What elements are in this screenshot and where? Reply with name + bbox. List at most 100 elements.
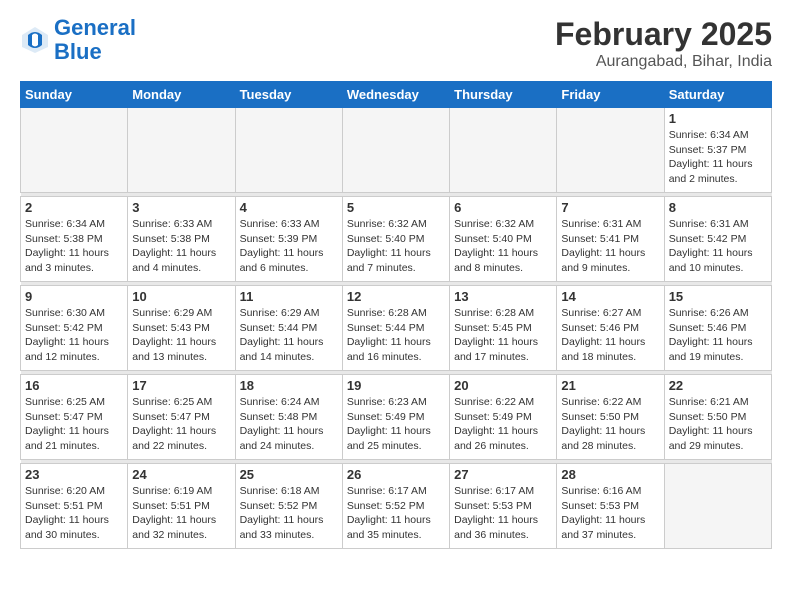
col-wednesday: Wednesday (342, 82, 449, 108)
day-number: 10 (132, 289, 230, 304)
day-info: Sunrise: 6:23 AM Sunset: 5:49 PM Dayligh… (347, 395, 445, 454)
week-row-3: 9 Sunrise: 6:30 AM Sunset: 5:42 PM Daylig… (21, 286, 772, 371)
calendar-cell-w3-d4: 12 Sunrise: 6:28 AM Sunset: 5:44 PM Dayli… (342, 286, 449, 371)
day-number: 24 (132, 467, 230, 482)
calendar-cell-w5-d5: 27 Sunrise: 6:17 AM Sunset: 5:53 PM Dayli… (450, 464, 557, 549)
day-info: Sunrise: 6:25 AM Sunset: 5:47 PM Dayligh… (132, 395, 230, 454)
calendar-cell-w4-d5: 20 Sunrise: 6:22 AM Sunset: 5:49 PM Dayli… (450, 375, 557, 460)
day-info: Sunrise: 6:19 AM Sunset: 5:51 PM Dayligh… (132, 484, 230, 543)
day-info: Sunrise: 6:18 AM Sunset: 5:52 PM Dayligh… (240, 484, 338, 543)
day-info: Sunrise: 6:26 AM Sunset: 5:46 PM Dayligh… (669, 306, 767, 365)
day-number: 28 (561, 467, 659, 482)
day-number: 27 (454, 467, 552, 482)
calendar-cell-w2-d7: 8 Sunrise: 6:31 AM Sunset: 5:42 PM Daylig… (664, 197, 771, 282)
col-thursday: Thursday (450, 82, 557, 108)
calendar-cell-w3-d3: 11 Sunrise: 6:29 AM Sunset: 5:44 PM Dayli… (235, 286, 342, 371)
header: General Blue February 2025 Aurangabad, B… (20, 16, 772, 71)
day-info: Sunrise: 6:17 AM Sunset: 5:53 PM Dayligh… (454, 484, 552, 543)
day-info: Sunrise: 6:33 AM Sunset: 5:39 PM Dayligh… (240, 217, 338, 276)
calendar-cell-w2-d4: 5 Sunrise: 6:32 AM Sunset: 5:40 PM Daylig… (342, 197, 449, 282)
day-number: 20 (454, 378, 552, 393)
day-number: 7 (561, 200, 659, 215)
calendar-cell-w4-d4: 19Sunrise: 6:23 AM Sunset: 5:49 PM Dayli… (342, 375, 449, 460)
calendar-cell-w4-d6: 21 Sunrise: 6:22 AM Sunset: 5:50 PM Dayli… (557, 375, 664, 460)
day-info: Sunrise: 6:32 AM Sunset: 5:40 PM Dayligh… (347, 217, 445, 276)
day-info: Sunrise: 6:30 AM Sunset: 5:42 PM Dayligh… (25, 306, 123, 365)
calendar-cell-w2-d5: 6Sunrise: 6:32 AM Sunset: 5:40 PM Daylig… (450, 197, 557, 282)
calendar-cell-w3-d5: 13Sunrise: 6:28 AM Sunset: 5:45 PM Dayli… (450, 286, 557, 371)
calendar-cell-w3-d6: 14 Sunrise: 6:27 AM Sunset: 5:46 PM Dayli… (557, 286, 664, 371)
day-info: Sunrise: 6:34 AM Sunset: 5:38 PM Dayligh… (25, 217, 123, 276)
day-info: Sunrise: 6:25 AM Sunset: 5:47 PM Dayligh… (25, 395, 123, 454)
logo-icon (20, 25, 50, 55)
col-friday: Friday (557, 82, 664, 108)
day-info: Sunrise: 6:31 AM Sunset: 5:41 PM Dayligh… (561, 217, 659, 276)
calendar-cell-w4-d2: 17 Sunrise: 6:25 AM Sunset: 5:47 PM Dayli… (128, 375, 235, 460)
calendar-cell-w4-d7: 22 Sunrise: 6:21 AM Sunset: 5:50 PM Dayli… (664, 375, 771, 460)
calendar-cell-w3-d7: 15 Sunrise: 6:26 AM Sunset: 5:46 PM Dayli… (664, 286, 771, 371)
calendar-cell-w5-d2: 24 Sunrise: 6:19 AM Sunset: 5:51 PM Dayli… (128, 464, 235, 549)
main-title: February 2025 (555, 16, 772, 53)
day-number: 11 (240, 289, 338, 304)
day-info: Sunrise: 6:22 AM Sunset: 5:49 PM Dayligh… (454, 395, 552, 454)
logo-blue: Blue (54, 39, 102, 64)
col-tuesday: Tuesday (235, 82, 342, 108)
day-info: Sunrise: 6:22 AM Sunset: 5:50 PM Dayligh… (561, 395, 659, 454)
calendar-cell-w1-d7: 1Sunrise: 6:34 AM Sunset: 5:37 PM Daylig… (664, 108, 771, 193)
page: General Blue February 2025 Aurangabad, B… (0, 0, 792, 559)
calendar-cell-w5-d3: 25 Sunrise: 6:18 AM Sunset: 5:52 PM Dayli… (235, 464, 342, 549)
calendar-cell-w2-d6: 7 Sunrise: 6:31 AM Sunset: 5:41 PM Daylig… (557, 197, 664, 282)
day-number: 13 (454, 289, 552, 304)
calendar-cell-w1-d6 (557, 108, 664, 193)
day-info: Sunrise: 6:28 AM Sunset: 5:44 PM Dayligh… (347, 306, 445, 365)
day-number: 8 (669, 200, 767, 215)
calendar-cell-w1-d2 (128, 108, 235, 193)
calendar-cell-w2-d3: 4 Sunrise: 6:33 AM Sunset: 5:39 PM Daylig… (235, 197, 342, 282)
calendar-cell-w1-d3 (235, 108, 342, 193)
day-info: Sunrise: 6:21 AM Sunset: 5:50 PM Dayligh… (669, 395, 767, 454)
logo-general: General (54, 15, 136, 40)
day-number: 5 (347, 200, 445, 215)
day-number: 14 (561, 289, 659, 304)
calendar-cell-w4-d1: 16 Sunrise: 6:25 AM Sunset: 5:47 PM Dayli… (21, 375, 128, 460)
calendar-cell-w4-d3: 18 Sunrise: 6:24 AM Sunset: 5:48 PM Dayli… (235, 375, 342, 460)
day-info: Sunrise: 6:31 AM Sunset: 5:42 PM Dayligh… (669, 217, 767, 276)
day-info: Sunrise: 6:32 AM Sunset: 5:40 PM Dayligh… (454, 217, 552, 276)
calendar-cell-w3-d1: 9 Sunrise: 6:30 AM Sunset: 5:42 PM Daylig… (21, 286, 128, 371)
week-row-5: 23Sunrise: 6:20 AM Sunset: 5:51 PM Dayli… (21, 464, 772, 549)
day-info: Sunrise: 6:29 AM Sunset: 5:43 PM Dayligh… (132, 306, 230, 365)
calendar-cell-w1-d4 (342, 108, 449, 193)
day-number: 15 (669, 289, 767, 304)
day-info: Sunrise: 6:17 AM Sunset: 5:52 PM Dayligh… (347, 484, 445, 543)
calendar-cell-w2-d1: 2 Sunrise: 6:34 AM Sunset: 5:38 PM Daylig… (21, 197, 128, 282)
calendar-cell-w5-d4: 26Sunrise: 6:17 AM Sunset: 5:52 PM Dayli… (342, 464, 449, 549)
col-monday: Monday (128, 82, 235, 108)
day-number: 12 (347, 289, 445, 304)
day-info: Sunrise: 6:24 AM Sunset: 5:48 PM Dayligh… (240, 395, 338, 454)
day-info: Sunrise: 6:33 AM Sunset: 5:38 PM Dayligh… (132, 217, 230, 276)
title-block: February 2025 Aurangabad, Bihar, India (555, 16, 772, 71)
day-number: 17 (132, 378, 230, 393)
day-number: 22 (669, 378, 767, 393)
calendar-cell-w3-d2: 10 Sunrise: 6:29 AM Sunset: 5:43 PM Dayli… (128, 286, 235, 371)
day-number: 25 (240, 467, 338, 482)
day-number: 4 (240, 200, 338, 215)
calendar-cell-w2-d2: 3Sunrise: 6:33 AM Sunset: 5:38 PM Daylig… (128, 197, 235, 282)
day-number: 2 (25, 200, 123, 215)
calendar-table: Sunday Monday Tuesday Wednesday Thursday… (20, 81, 772, 549)
day-number: 21 (561, 378, 659, 393)
day-number: 18 (240, 378, 338, 393)
subtitle: Aurangabad, Bihar, India (555, 53, 772, 71)
day-info: Sunrise: 6:27 AM Sunset: 5:46 PM Dayligh… (561, 306, 659, 365)
calendar-cell-w5-d7 (664, 464, 771, 549)
day-number: 9 (25, 289, 123, 304)
logo-text: General Blue (54, 16, 136, 64)
logo: General Blue (20, 16, 136, 64)
day-info: Sunrise: 6:29 AM Sunset: 5:44 PM Dayligh… (240, 306, 338, 365)
day-info: Sunrise: 6:34 AM Sunset: 5:37 PM Dayligh… (669, 128, 767, 187)
week-row-4: 16 Sunrise: 6:25 AM Sunset: 5:47 PM Dayli… (21, 375, 772, 460)
calendar-cell-w1-d1 (21, 108, 128, 193)
col-saturday: Saturday (664, 82, 771, 108)
week-row-2: 2 Sunrise: 6:34 AM Sunset: 5:38 PM Daylig… (21, 197, 772, 282)
day-number: 16 (25, 378, 123, 393)
